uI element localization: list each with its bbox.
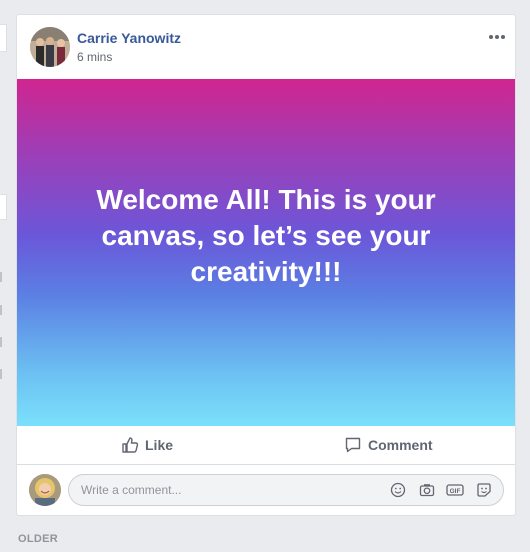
sticker-button[interactable] — [475, 482, 493, 498]
emoji-icon — [390, 482, 406, 498]
author-avatar[interactable] — [30, 27, 70, 67]
comment-composer: GIF — [17, 465, 515, 515]
sidebar-fragment-tick — [0, 337, 2, 347]
comment-label: Comment — [368, 437, 433, 453]
sidebar-fragment-tick — [0, 305, 2, 315]
sidebar-fragment-tick — [0, 369, 2, 379]
comment-icon — [345, 437, 361, 453]
current-user-avatar[interactable] — [29, 474, 61, 506]
post-card: Carrie Yanowitz 6 mins Welcome All! This… — [16, 14, 516, 516]
comment-input[interactable] — [81, 475, 381, 505]
post-header: Carrie Yanowitz 6 mins — [17, 15, 515, 79]
post-actions-bar: Like Comment — [17, 426, 515, 465]
like-icon — [122, 437, 139, 453]
post-text: Welcome All! This is your canvas, so let… — [96, 183, 436, 287]
like-button[interactable]: Like — [121, 426, 173, 464]
sticker-icon — [477, 483, 491, 497]
author-name-link[interactable]: Carrie Yanowitz — [77, 30, 181, 46]
like-label: Like — [145, 437, 174, 453]
gif-icon: GIF — [446, 484, 464, 496]
gif-button[interactable]: GIF — [446, 482, 464, 498]
camera-icon — [419, 484, 435, 497]
more-options-icon — [489, 35, 505, 39]
sidebar-fragment-tick — [0, 272, 2, 282]
sidebar-fragment-top — [0, 24, 7, 52]
older-posts-label[interactable]: OLDER — [18, 533, 58, 545]
comment-button[interactable]: Comment — [344, 426, 433, 464]
post-timestamp[interactable]: 6 mins — [77, 50, 112, 64]
sidebar-fragment-mid — [0, 194, 7, 220]
comment-input-box[interactable]: GIF — [68, 474, 504, 506]
photo-button[interactable] — [418, 482, 436, 498]
svg-text:GIF: GIF — [450, 488, 461, 495]
post-canvas-background: Welcome All! This is your canvas, so let… — [17, 79, 515, 426]
more-options-button[interactable] — [487, 27, 507, 47]
emoji-button[interactable] — [389, 482, 407, 498]
